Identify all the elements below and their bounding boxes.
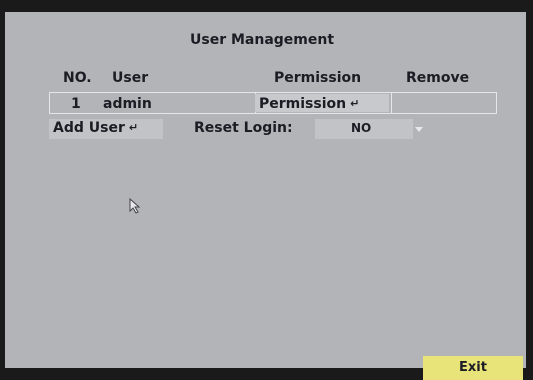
user-management-screen: User Management NO. User Permission Remo… <box>5 12 526 380</box>
permission-button-label: Permission ↵ <box>259 96 359 112</box>
column-header-permission: Permission <box>274 70 362 86</box>
row-username: admin <box>103 96 152 112</box>
permission-label: Permission <box>259 96 347 112</box>
add-user-label: Add User <box>53 120 125 136</box>
exit-button[interactable]: Exit <box>423 356 523 380</box>
remove-cell[interactable] <box>393 94 495 112</box>
mouse-pointer-icon <box>129 197 141 218</box>
reset-login-value: NO <box>351 121 372 135</box>
column-header-user: User <box>112 70 149 86</box>
column-header-remove: Remove <box>406 70 470 86</box>
chevron-down-icon[interactable] <box>415 127 423 132</box>
enter-icon: ↵ <box>128 121 139 134</box>
column-header-no: NO. <box>63 70 92 86</box>
page-title: User Management <box>190 32 335 48</box>
row-number: 1 <box>71 96 81 112</box>
reset-login-label: Reset Login: <box>194 120 293 136</box>
enter-icon: ↵ <box>350 97 360 110</box>
add-user-button-label: Add User ↵ <box>53 120 138 136</box>
